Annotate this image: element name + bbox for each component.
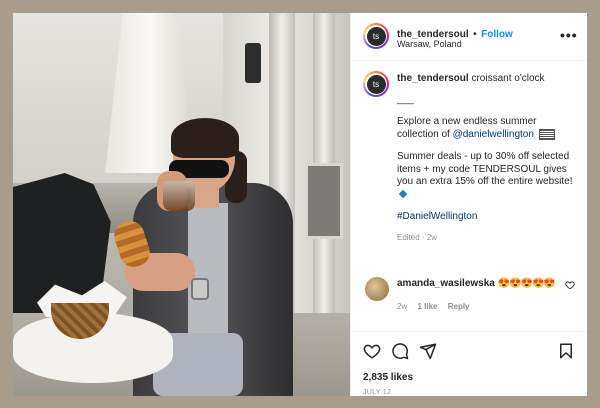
photo-hair — [171, 118, 239, 158]
comment-heart-icon[interactable] — [565, 280, 575, 290]
instagram-post-card: ts the_tendersoul • Follow Warsaw, Polan… — [13, 13, 587, 396]
comment-emojis: 😍😍😍😍😍 — [497, 278, 556, 289]
follow-button[interactable]: Follow — [481, 29, 513, 40]
share-icon[interactable] — [419, 342, 437, 360]
meta-dot: · — [421, 232, 425, 242]
comment-age: 2w — [397, 302, 408, 311]
location-link[interactable]: Warsaw, Poland — [397, 39, 462, 49]
avatar-ring-inner: ts — [365, 73, 387, 95]
mention-link[interactable]: @danielwellington — [453, 129, 534, 140]
caption-divider: ___ — [397, 93, 414, 105]
caption-meta: Edited · 2w — [397, 232, 577, 245]
heart-icon[interactable] — [363, 342, 381, 360]
comment-username[interactable]: amanda_wasilewska — [397, 278, 495, 289]
post-date[interactable]: JULY 12 — [363, 389, 391, 396]
caption-paragraph-2: Summer deals - up to 30% off selected it… — [397, 151, 577, 201]
likes-count[interactable]: 2,835 likes — [363, 372, 413, 383]
photo-coffee-cup — [163, 181, 195, 211]
avatar-ring-inner: ts — [365, 25, 387, 47]
photo-lamp — [245, 43, 261, 83]
avatar-initial: ts — [366, 26, 386, 46]
bookmark-icon[interactable] — [557, 342, 575, 360]
verified-diamond-icon — [398, 189, 408, 199]
comment-likes[interactable]: 1 like — [417, 302, 437, 311]
more-options-icon[interactable]: ••• — [560, 27, 578, 43]
edited-label: Edited — [397, 232, 420, 242]
action-bar: 2,835 likes JULY 12 — [351, 331, 587, 396]
caption-avatar[interactable]: ts — [363, 71, 389, 97]
caption-username[interactable]: the_tendersoul — [397, 73, 469, 84]
post-header: ts the_tendersoul • Follow Warsaw, Polan… — [351, 13, 587, 61]
post-photo[interactable] — [13, 13, 350, 396]
avatar-initial: ts — [366, 74, 386, 94]
reply-button[interactable]: Reply — [448, 302, 470, 311]
caption-paragraph-1: Explore a new endless summer collection … — [397, 116, 577, 141]
comment-icon[interactable] — [391, 342, 409, 360]
flag-icon — [538, 128, 555, 140]
avatar[interactable]: ts — [363, 23, 389, 49]
photo-window — [305, 163, 343, 239]
post-panel: ts the_tendersoul • Follow Warsaw, Polan… — [350, 13, 587, 396]
comment-meta: 2w 1 like Reply — [397, 302, 478, 311]
caption: the_tendersoul croissant o'clock ___ Exp… — [397, 73, 577, 244]
comment: amanda_wasilewska 😍😍😍😍😍 — [397, 278, 556, 289]
comment-avatar[interactable] — [365, 277, 389, 301]
hashtag-link[interactable]: #DanielWellington — [397, 211, 477, 222]
caption-first-line: croissant o'clock — [471, 73, 545, 84]
header-separator: • — [473, 29, 477, 40]
caption-paragraph-2-text: Summer deals - up to 30% off selected it… — [397, 151, 573, 188]
caption-age: 2w — [426, 232, 438, 242]
photo-watch — [191, 278, 209, 300]
